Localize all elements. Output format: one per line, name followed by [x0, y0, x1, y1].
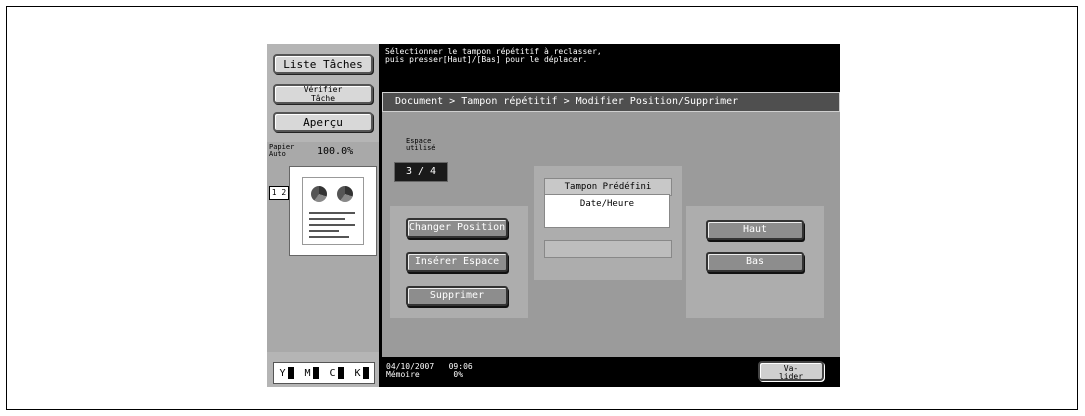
space-used-value: 3 / 4	[394, 162, 448, 182]
toner-label: K	[354, 367, 361, 379]
toner-magenta: M	[304, 367, 319, 379]
stamp-list-panel: Tampon Prédéfini Date/Heure	[534, 166, 682, 280]
status-footer: 04/10/2007 09:06 Mémoire 0% Va- lider	[382, 357, 840, 387]
toner-yellow: Y	[279, 367, 294, 379]
delete-button[interactable]: Supprimer	[406, 286, 508, 306]
toner-bar	[287, 367, 294, 379]
insert-space-button[interactable]: Insérer Espace	[406, 252, 508, 272]
toner-cyan: C	[329, 367, 344, 379]
instruction-message: Sélectionner le tampon répétitif à recla…	[385, 47, 602, 64]
change-position-button[interactable]: Changer Position	[406, 218, 508, 238]
move-group: Haut Bas	[686, 206, 824, 318]
text-line	[309, 212, 355, 214]
left-panel: Liste Tâches Vérifier Tâche Aperçu Papie…	[267, 44, 379, 387]
toner-bar	[337, 367, 344, 379]
datetime-memory: 04/10/2007 09:06 Mémoire 0%	[386, 362, 473, 379]
text-line	[309, 230, 339, 232]
toner-label: Y	[279, 367, 286, 379]
preview-button[interactable]: Aperçu	[273, 112, 373, 132]
toner-black: K	[354, 367, 369, 379]
breadcrumb: Document > Tampon répétitif > Modifier P…	[382, 92, 840, 112]
paper-label: Papier Auto	[269, 143, 295, 158]
text-line	[309, 224, 355, 226]
zoom-value: 100.0%	[317, 146, 354, 157]
job-list-button[interactable]: Liste Tâches	[273, 54, 373, 74]
main-panel: Document > Tampon répétitif > Modifier P…	[382, 92, 840, 357]
action-group: Changer Position Insérer Espace Supprime…	[390, 206, 528, 318]
move-up-button[interactable]: Haut	[706, 220, 804, 240]
stamp-list-item[interactable]: Date/Heure	[544, 194, 670, 228]
content-area: Espace utilisé 3 / 4 Changer Position In…	[382, 112, 840, 357]
toner-bar	[312, 367, 319, 379]
text-line	[309, 236, 349, 238]
toner-bar	[362, 367, 369, 379]
pie-chart-icon	[311, 186, 327, 202]
stamp-list-empty-slot[interactable]	[544, 240, 672, 258]
toner-levels: Y M C K	[273, 362, 375, 384]
text-line	[309, 218, 345, 220]
control-panel-screen: Liste Tâches Vérifier Tâche Aperçu Papie…	[267, 44, 840, 387]
thumbnail-page	[302, 177, 364, 245]
toner-label: M	[304, 367, 311, 379]
move-down-button[interactable]: Bas	[706, 252, 804, 272]
space-used-label: Espace utilisé	[406, 137, 436, 152]
toner-label: C	[329, 367, 336, 379]
check-job-button[interactable]: Vérifier Tâche	[273, 84, 373, 104]
validate-button[interactable]: Va- lider	[758, 361, 824, 381]
page-indicator: 1 2	[269, 186, 289, 200]
page-thumbnail	[289, 166, 377, 256]
pie-chart-icon	[337, 186, 353, 202]
